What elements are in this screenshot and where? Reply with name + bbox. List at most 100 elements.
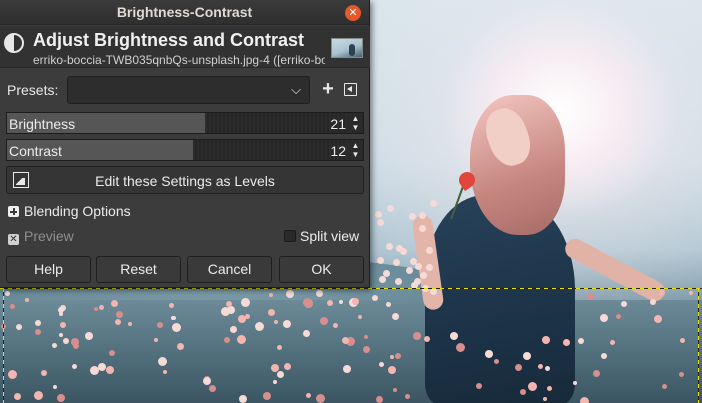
- contrast-track: [193, 140, 347, 160]
- blossom: [352, 298, 359, 305]
- blossom: [405, 394, 410, 399]
- blossom: [650, 299, 656, 305]
- blending-options-expander[interactable]: Blending Options: [8, 203, 131, 219]
- blossom: [172, 323, 181, 332]
- blossom: [306, 393, 311, 398]
- blossom: [343, 365, 351, 373]
- split-view-label: Split view: [300, 228, 360, 244]
- blossom: [283, 320, 291, 328]
- title-bar[interactable]: Brightness-Contrast ✕: [0, 0, 369, 25]
- blossom: [379, 276, 386, 283]
- blossom: [456, 343, 465, 352]
- cancel-button[interactable]: Cancel: [187, 256, 272, 283]
- blossom: [654, 315, 662, 323]
- brightness-value[interactable]: 21: [330, 116, 346, 132]
- edit-as-levels-button[interactable]: Edit these Settings as Levels: [6, 166, 364, 194]
- blossom: [158, 357, 167, 366]
- blossom: [57, 394, 65, 402]
- selection-boundary: [0, 288, 702, 289]
- contrast-value[interactable]: 12: [330, 143, 346, 159]
- blossom: [238, 315, 246, 323]
- blossom: [263, 392, 271, 400]
- blossom: [616, 314, 621, 319]
- blossom: [316, 394, 325, 403]
- contrast-label: Contrast: [9, 143, 62, 159]
- blossom: [600, 314, 608, 322]
- ok-button[interactable]: OK: [279, 256, 364, 283]
- blossom: [60, 322, 66, 328]
- blossom: [419, 212, 426, 219]
- dialog-header: Adjust Brightness and Contrast erriko-bo…: [0, 26, 370, 68]
- blossom: [538, 364, 543, 369]
- blossom: [601, 353, 607, 359]
- contrast-slider[interactable]: Contrast 12 ▲ ▼: [6, 139, 364, 161]
- blossom: [128, 322, 132, 326]
- blossom: [593, 370, 600, 377]
- blossom: [94, 307, 98, 311]
- brightness-contrast-icon: [4, 33, 24, 53]
- blossom: [163, 370, 167, 374]
- blossom: [10, 304, 15, 309]
- blossom: [543, 397, 547, 401]
- blossom: [41, 370, 47, 376]
- blossom: [420, 272, 427, 279]
- blossom: [573, 381, 577, 385]
- blossom: [203, 377, 211, 385]
- blossom: [304, 299, 313, 308]
- blossom: [547, 386, 552, 391]
- contrast-spin-icon[interactable]: ▲ ▼: [350, 141, 361, 159]
- blossom: [59, 333, 63, 337]
- blossom: [390, 355, 394, 359]
- blossom: [271, 364, 279, 372]
- presets-menu-icon[interactable]: [344, 83, 357, 96]
- split-view-checkbox[interactable]: Split view: [284, 228, 359, 244]
- blossom: [520, 389, 526, 395]
- blossom: [274, 320, 278, 324]
- blossom: [393, 259, 400, 266]
- blossom: [372, 295, 378, 301]
- blossom: [450, 332, 458, 340]
- brightness-spin-icon[interactable]: ▲ ▼: [350, 114, 361, 132]
- blossom: [426, 247, 433, 254]
- blossom: [364, 335, 368, 339]
- blossom: [376, 396, 383, 403]
- blossom: [277, 345, 282, 350]
- header-title: Adjust Brightness and Contrast: [33, 30, 305, 50]
- blossom: [53, 385, 57, 389]
- blossom: [273, 380, 277, 384]
- blossom: [255, 322, 264, 331]
- blossom: [679, 372, 684, 377]
- blossom: [494, 359, 499, 364]
- blossom: [680, 338, 685, 343]
- reset-button[interactable]: Reset: [96, 256, 181, 283]
- blossom: [485, 350, 493, 358]
- blossom: [8, 370, 17, 379]
- blossom: [476, 383, 482, 389]
- add-preset-button[interactable]: +: [320, 79, 336, 99]
- blossom: [528, 382, 537, 391]
- presets-dropdown[interactable]: ⌵: [67, 76, 310, 104]
- blossom: [98, 363, 106, 371]
- blossom: [689, 291, 693, 295]
- close-icon[interactable]: ✕: [345, 5, 361, 21]
- blossom: [111, 300, 118, 307]
- blossom: [379, 362, 384, 367]
- blossom: [63, 338, 69, 344]
- blossom: [563, 339, 570, 346]
- blossom: [393, 388, 397, 392]
- blossom: [662, 384, 667, 389]
- blossom: [221, 307, 230, 316]
- blossom: [386, 302, 391, 307]
- blossom: [5, 291, 10, 296]
- blossom: [14, 393, 21, 400]
- blossom: [224, 337, 230, 343]
- selection-boundary: [698, 288, 699, 403]
- blossom: [25, 298, 29, 302]
- preview-checkbox[interactable]: ✕ Preview: [8, 228, 74, 245]
- blossom: [342, 337, 349, 344]
- brightness-slider[interactable]: Brightness 21 ▲ ▼: [6, 112, 364, 134]
- help-button[interactable]: Help: [6, 256, 91, 283]
- blossom: [239, 395, 247, 403]
- blossom: [387, 205, 394, 212]
- blossom: [580, 397, 589, 403]
